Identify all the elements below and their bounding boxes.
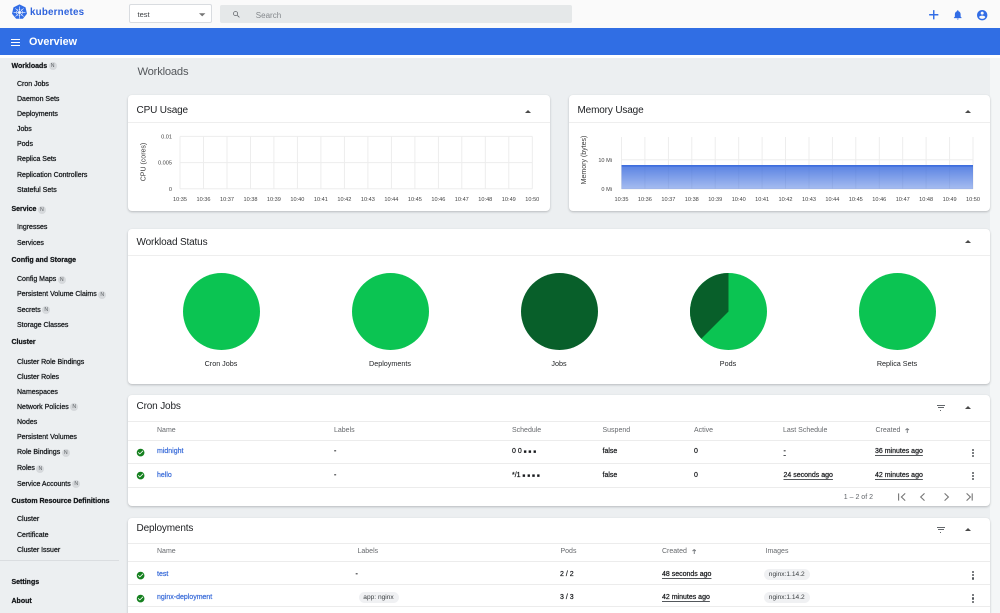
svg-text:10:50: 10:50 (966, 197, 980, 203)
svg-text:10:40: 10:40 (290, 197, 304, 203)
svg-text:10:50: 10:50 (525, 197, 539, 203)
svg-text:10:45: 10:45 (849, 197, 863, 203)
svg-text:10:47: 10:47 (455, 197, 469, 203)
svg-text:10:41: 10:41 (755, 197, 769, 203)
svg-text:10:44: 10:44 (384, 197, 398, 203)
svg-text:10 Mi: 10 Mi (598, 158, 612, 164)
svg-text:10:43: 10:43 (361, 197, 375, 203)
svg-text:10:42: 10:42 (337, 197, 351, 203)
svg-text:10:45: 10:45 (408, 197, 422, 203)
svg-text:10:44: 10:44 (825, 197, 839, 203)
svg-text:10:37: 10:37 (661, 197, 675, 203)
svg-text:10:35: 10:35 (615, 197, 629, 203)
svg-text:10:43: 10:43 (802, 197, 816, 203)
svg-text:10:48: 10:48 (478, 197, 492, 203)
svg-text:10:41: 10:41 (314, 197, 328, 203)
svg-text:0 Mi: 0 Mi (601, 187, 612, 193)
svg-text:10:38: 10:38 (685, 197, 699, 203)
svg-text:10:48: 10:48 (919, 197, 933, 203)
svg-text:10:37: 10:37 (220, 197, 234, 203)
svg-text:0.005: 0.005 (158, 161, 172, 167)
svg-text:0.01: 0.01 (161, 134, 172, 140)
svg-text:10:46: 10:46 (431, 197, 445, 203)
svg-text:10:49: 10:49 (943, 197, 957, 203)
svg-text:10:49: 10:49 (502, 197, 516, 203)
svg-text:10:42: 10:42 (779, 197, 793, 203)
svg-text:10:38: 10:38 (244, 197, 258, 203)
svg-text:10:46: 10:46 (872, 197, 886, 203)
svg-text:0: 0 (169, 187, 172, 193)
svg-text:10:47: 10:47 (896, 197, 910, 203)
svg-text:10:39: 10:39 (267, 197, 281, 203)
svg-text:10:36: 10:36 (638, 197, 652, 203)
svg-text:10:36: 10:36 (197, 197, 211, 203)
svg-text:Memory (bytes): Memory (bytes) (581, 136, 588, 185)
svg-text:10:35: 10:35 (173, 197, 187, 203)
svg-text:CPU (cores): CPU (cores) (141, 143, 148, 182)
svg-text:10:40: 10:40 (732, 197, 746, 203)
svg-text:10:39: 10:39 (708, 197, 722, 203)
